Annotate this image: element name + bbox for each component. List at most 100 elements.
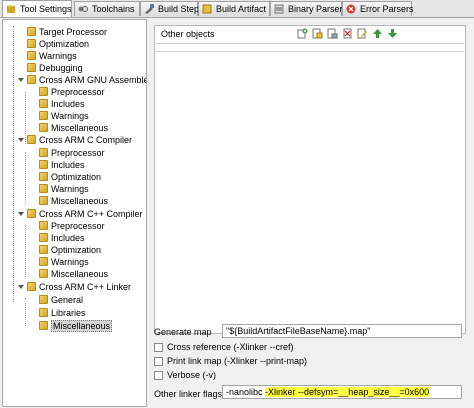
tree-item-general[interactable]: General xyxy=(39,294,83,306)
collapse-icon[interactable] xyxy=(18,77,24,83)
tool-settings-icon xyxy=(6,4,16,14)
generate-map-label: Generate map xyxy=(154,327,212,337)
tree-item-cross-arm-gnu-assembler[interactable]: Cross ARM GNU Assembler xyxy=(18,74,146,86)
tab-label: Toolchains xyxy=(92,4,135,14)
folder-settings-icon xyxy=(27,209,36,218)
other-flags-text: -nanolibc xyxy=(226,387,266,397)
tree-item-target-processor[interactable]: Target Processor xyxy=(27,26,107,38)
tree-item-debugging[interactable]: Debugging xyxy=(27,62,83,74)
tree-item-warnings[interactable]: Warnings xyxy=(39,110,89,122)
cross-reference-checkbox[interactable] xyxy=(154,343,163,352)
tree-item-warnings[interactable]: Warnings xyxy=(27,50,77,62)
tab-label: Tool Settings xyxy=(20,4,72,14)
tree-item-preprocessor[interactable]: Preprocessor xyxy=(39,220,105,232)
folder-settings-icon xyxy=(39,221,48,230)
tree-item-miscellaneous[interactable]: Miscellaneous xyxy=(39,268,108,280)
tree-line xyxy=(25,152,26,204)
tree-item-includes[interactable]: Includes xyxy=(39,159,85,171)
print-link-map-checkbox[interactable] xyxy=(154,357,163,366)
move-up-icon[interactable] xyxy=(372,28,383,39)
folder-settings-icon xyxy=(39,123,48,132)
tree-item-optimization[interactable]: Optimization xyxy=(27,38,89,50)
tree-item-libraries[interactable]: Libraries xyxy=(39,307,86,319)
other-linker-flags-label: Other linker flags xyxy=(154,389,223,399)
toolchains-icon xyxy=(78,4,88,14)
folder-settings-icon xyxy=(39,245,48,254)
folder-settings-icon xyxy=(39,269,48,278)
tree-item-miscellaneous[interactable]: Miscellaneous xyxy=(39,122,108,134)
verbose-label: Verbose (-v) xyxy=(167,370,217,380)
verbose-checkbox[interactable] xyxy=(154,371,163,380)
tree-item-warnings[interactable]: Warnings xyxy=(39,256,89,268)
folder-settings-icon xyxy=(27,27,36,36)
other-linker-flags-field[interactable]: -nanolibc -Xlinker --defsym=__heap_size_… xyxy=(222,385,462,399)
tree-item-miscellaneous[interactable]: Miscellaneous xyxy=(39,195,108,207)
tree-line xyxy=(25,298,26,326)
tab-error-parsers[interactable]: Error Parsers xyxy=(342,1,414,16)
tree-item-cross-arm-c-compiler[interactable]: Cross ARM C Compiler xyxy=(18,134,132,146)
folder-settings-icon xyxy=(39,295,48,304)
tree-item-warnings[interactable]: Warnings xyxy=(39,183,89,195)
folder-settings-icon xyxy=(27,51,36,60)
settings-tree[interactable]: Target Processor Optimization Warnings D… xyxy=(2,19,147,407)
folder-settings-icon xyxy=(39,321,48,330)
move-down-icon[interactable] xyxy=(387,28,398,39)
print-link-map-label: Print link map (-Xlinker --print-map) xyxy=(167,356,308,366)
tree-line xyxy=(13,26,14,302)
tree-item-optimization[interactable]: Optimization xyxy=(39,171,101,183)
tree-item-cross-arm-cpp-linker[interactable]: Cross ARM C++ Linker xyxy=(18,281,131,293)
collapse-icon[interactable] xyxy=(18,284,24,290)
tab-label: Build Steps xyxy=(158,4,204,14)
generate-map-field[interactable]: "${BuildArtifactFileBaseName}.map" xyxy=(222,324,462,338)
folder-settings-icon xyxy=(27,63,36,72)
delete-icon[interactable] xyxy=(342,28,353,39)
tab-bar: Tool Settings Toolchains Build Steps Bui… xyxy=(0,0,474,18)
settings-panel: Other objects Generate map "${BuildArtif… xyxy=(150,19,472,407)
other-objects-title: Other objects xyxy=(161,29,215,39)
collapse-icon[interactable] xyxy=(18,137,24,143)
tree-item-optimization[interactable]: Optimization xyxy=(39,244,101,256)
folder-settings-icon xyxy=(39,233,48,242)
folder-settings-icon xyxy=(39,160,48,169)
list-item[interactable] xyxy=(156,44,464,52)
tab-label: Binary Parsers xyxy=(288,4,348,14)
build-steps-icon xyxy=(144,4,154,14)
tab-label: Error Parsers xyxy=(360,4,414,14)
binary-parsers-icon xyxy=(274,4,284,14)
tab-build-steps[interactable]: Build Steps xyxy=(140,1,204,16)
folder-settings-icon xyxy=(39,111,48,120)
other-objects-group: Other objects xyxy=(154,25,466,334)
tree-item-preprocessor[interactable]: Preprocessor xyxy=(39,147,105,159)
tree-item-includes[interactable]: Includes xyxy=(39,98,85,110)
edit-icon[interactable] xyxy=(357,28,368,39)
cross-reference-label: Cross reference (-Xlinker --cref) xyxy=(167,342,294,352)
collapse-icon[interactable] xyxy=(18,211,24,217)
folder-settings-icon xyxy=(39,172,48,181)
tree-item-miscellaneous-selected[interactable]: Miscellaneous xyxy=(39,320,113,332)
tree-line xyxy=(25,92,26,144)
objects-toolbar xyxy=(297,28,398,39)
add-filesystem-icon[interactable] xyxy=(327,28,338,39)
tree-line xyxy=(25,225,26,277)
folder-settings-icon xyxy=(39,87,48,96)
folder-settings-icon xyxy=(39,196,48,205)
tab-build-artifact[interactable]: Build Artifact xyxy=(198,1,270,16)
error-parsers-icon xyxy=(346,4,356,14)
folder-settings-icon xyxy=(39,99,48,108)
tab-binary-parsers[interactable]: Binary Parsers xyxy=(270,1,347,16)
tab-toolchains[interactable]: Toolchains xyxy=(74,1,140,16)
other-objects-list[interactable] xyxy=(156,43,464,333)
folder-settings-icon xyxy=(39,148,48,157)
folder-settings-icon xyxy=(39,184,48,193)
folder-settings-icon xyxy=(27,135,36,144)
folder-settings-icon xyxy=(27,39,36,48)
tab-label: Build Artifact xyxy=(216,4,267,14)
add-icon[interactable] xyxy=(297,28,308,39)
tree-item-preprocessor[interactable]: Preprocessor xyxy=(39,86,105,98)
other-flags-highlighted-text: -Xlinker --defsym=__heap_size__=0x600 xyxy=(265,387,430,397)
tree-item-cross-arm-cpp-compiler[interactable]: Cross ARM C++ Compiler xyxy=(18,208,143,220)
tree-item-includes[interactable]: Includes xyxy=(39,232,85,244)
tab-tool-settings[interactable]: Tool Settings xyxy=(2,0,72,17)
add-workspace-icon[interactable] xyxy=(312,28,323,39)
build-artifact-icon xyxy=(202,4,212,14)
